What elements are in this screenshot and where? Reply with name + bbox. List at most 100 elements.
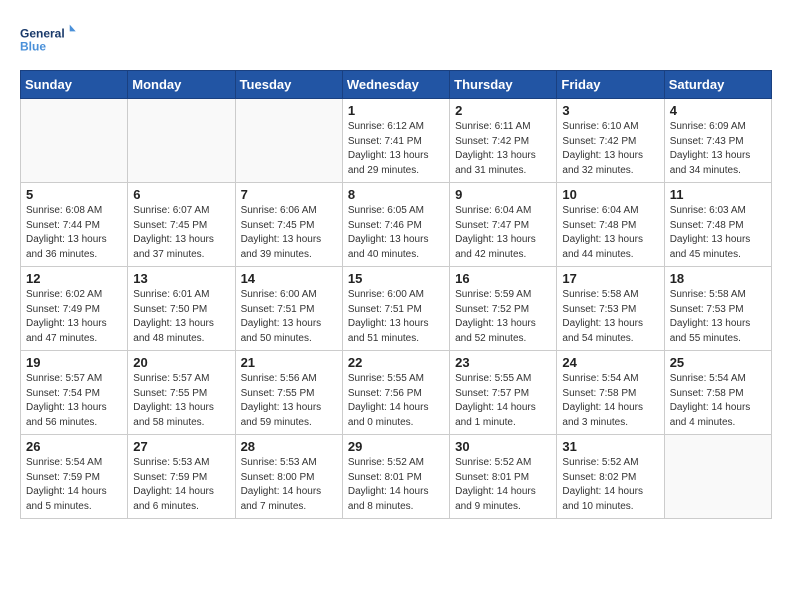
header-saturday: Saturday xyxy=(664,71,771,99)
day-cell: 28 Sunrise: 5:53 AM Sunset: 8:00 PM Dayli… xyxy=(235,435,342,519)
day-info: Sunrise: 5:54 AM Sunset: 7:58 PM Dayligh… xyxy=(670,372,766,430)
day-info: Sunrise: 5:57 AM Sunset: 7:54 PM Dayligh… xyxy=(26,372,122,430)
day-number: 14 xyxy=(241,271,337,286)
day-info: Sunrise: 6:00 AM Sunset: 7:51 PM Dayligh… xyxy=(348,288,444,346)
day-info: Sunrise: 6:11 AM Sunset: 7:42 PM Dayligh… xyxy=(455,120,551,178)
day-cell: 2 Sunrise: 6:11 AM Sunset: 7:42 PM Daylig… xyxy=(450,99,557,183)
header: General Blue xyxy=(20,20,772,60)
day-info: Sunrise: 5:54 AM Sunset: 7:59 PM Dayligh… xyxy=(26,456,122,514)
day-info: Sunrise: 5:59 AM Sunset: 7:52 PM Dayligh… xyxy=(455,288,551,346)
day-cell: 29Sunrise: 5:52 AM Sunset: 8:01 PM Dayli… xyxy=(342,435,449,519)
day-cell: 23 Sunrise: 5:55 AM Sunset: 7:57 PM Dayli… xyxy=(450,351,557,435)
day-info: Sunrise: 5:58 AM Sunset: 7:53 PM Dayligh… xyxy=(670,288,766,346)
day-number: 20 xyxy=(133,355,229,370)
day-info: Sunrise: 6:05 AM Sunset: 7:46 PM Dayligh… xyxy=(348,204,444,262)
week-row-5: 26 Sunrise: 5:54 AM Sunset: 7:59 PM Dayli… xyxy=(21,435,772,519)
logo-svg: General Blue xyxy=(20,20,80,60)
day-number: 15 xyxy=(348,271,444,286)
day-number: 11 xyxy=(670,187,766,202)
day-number: 16 xyxy=(455,271,551,286)
day-cell: 24 Sunrise: 5:54 AM Sunset: 7:58 PM Dayli… xyxy=(557,351,664,435)
day-cell xyxy=(128,99,235,183)
day-cell: 21 Sunrise: 5:56 AM Sunset: 7:55 PM Dayli… xyxy=(235,351,342,435)
day-number: 24 xyxy=(562,355,658,370)
day-cell: 15 Sunrise: 6:00 AM Sunset: 7:51 PM Dayli… xyxy=(342,267,449,351)
day-number: 9 xyxy=(455,187,551,202)
day-info: Sunrise: 5:56 AM Sunset: 7:55 PM Dayligh… xyxy=(241,372,337,430)
day-info: Sunrise: 6:09 AM Sunset: 7:43 PM Dayligh… xyxy=(670,120,766,178)
day-cell: 17 Sunrise: 5:58 AM Sunset: 7:53 PM Dayli… xyxy=(557,267,664,351)
day-info: Sunrise: 6:04 AM Sunset: 7:47 PM Dayligh… xyxy=(455,204,551,262)
day-number: 18 xyxy=(670,271,766,286)
day-number: 5 xyxy=(26,187,122,202)
day-info: Sunrise: 6:07 AM Sunset: 7:45 PM Dayligh… xyxy=(133,204,229,262)
day-info: Sunrise: 5:53 AM Sunset: 7:59 PM Dayligh… xyxy=(133,456,229,514)
header-monday: Monday xyxy=(128,71,235,99)
day-cell: 11Sunrise: 6:03 AM Sunset: 7:48 PM Dayli… xyxy=(664,183,771,267)
header-tuesday: Tuesday xyxy=(235,71,342,99)
day-number: 6 xyxy=(133,187,229,202)
day-info: Sunrise: 5:55 AM Sunset: 7:57 PM Dayligh… xyxy=(455,372,551,430)
logo: General Blue xyxy=(20,20,80,60)
day-number: 12 xyxy=(26,271,122,286)
header-row: SundayMondayTuesdayWednesdayThursdayFrid… xyxy=(21,71,772,99)
day-cell: 31 Sunrise: 5:52 AM Sunset: 8:02 PM Dayli… xyxy=(557,435,664,519)
day-number: 30 xyxy=(455,439,551,454)
day-info: Sunrise: 5:58 AM Sunset: 7:53 PM Dayligh… xyxy=(562,288,658,346)
header-sunday: Sunday xyxy=(21,71,128,99)
day-number: 23 xyxy=(455,355,551,370)
day-number: 26 xyxy=(26,439,122,454)
day-cell: 13 Sunrise: 6:01 AM Sunset: 7:50 PM Dayli… xyxy=(128,267,235,351)
day-info: Sunrise: 5:53 AM Sunset: 8:00 PM Dayligh… xyxy=(241,456,337,514)
day-number: 22 xyxy=(348,355,444,370)
day-number: 13 xyxy=(133,271,229,286)
day-number: 1 xyxy=(348,103,444,118)
day-number: 25 xyxy=(670,355,766,370)
day-cell: 9 Sunrise: 6:04 AM Sunset: 7:47 PM Daylig… xyxy=(450,183,557,267)
day-info: Sunrise: 5:52 AM Sunset: 8:01 PM Dayligh… xyxy=(455,456,551,514)
svg-text:General: General xyxy=(20,26,65,40)
calendar: SundayMondayTuesdayWednesdayThursdayFrid… xyxy=(20,70,772,519)
day-info: Sunrise: 5:55 AM Sunset: 7:56 PM Dayligh… xyxy=(348,372,444,430)
day-cell: 5 Sunrise: 6:08 AM Sunset: 7:44 PM Daylig… xyxy=(21,183,128,267)
day-info: Sunrise: 6:01 AM Sunset: 7:50 PM Dayligh… xyxy=(133,288,229,346)
day-number: 28 xyxy=(241,439,337,454)
week-row-4: 19 Sunrise: 5:57 AM Sunset: 7:54 PM Dayli… xyxy=(21,351,772,435)
day-cell: 10 Sunrise: 6:04 AM Sunset: 7:48 PM Dayli… xyxy=(557,183,664,267)
day-cell: 27Sunrise: 5:53 AM Sunset: 7:59 PM Dayli… xyxy=(128,435,235,519)
day-cell: 25 Sunrise: 5:54 AM Sunset: 7:58 PM Dayli… xyxy=(664,351,771,435)
day-cell: 26 Sunrise: 5:54 AM Sunset: 7:59 PM Dayli… xyxy=(21,435,128,519)
day-info: Sunrise: 6:00 AM Sunset: 7:51 PM Dayligh… xyxy=(241,288,337,346)
day-number: 31 xyxy=(562,439,658,454)
day-info: Sunrise: 5:52 AM Sunset: 8:02 PM Dayligh… xyxy=(562,456,658,514)
day-info: Sunrise: 6:06 AM Sunset: 7:45 PM Dayligh… xyxy=(241,204,337,262)
day-number: 8 xyxy=(348,187,444,202)
day-cell: 1Sunrise: 6:12 AM Sunset: 7:41 PM Daylig… xyxy=(342,99,449,183)
day-cell: 14 Sunrise: 6:00 AM Sunset: 7:51 PM Dayli… xyxy=(235,267,342,351)
day-info: Sunrise: 5:54 AM Sunset: 7:58 PM Dayligh… xyxy=(562,372,658,430)
day-cell: 3Sunrise: 6:10 AM Sunset: 7:42 PM Daylig… xyxy=(557,99,664,183)
day-cell: 16 Sunrise: 5:59 AM Sunset: 7:52 PM Dayli… xyxy=(450,267,557,351)
day-cell: 18 Sunrise: 5:58 AM Sunset: 7:53 PM Dayli… xyxy=(664,267,771,351)
day-number: 10 xyxy=(562,187,658,202)
day-cell: 19 Sunrise: 5:57 AM Sunset: 7:54 PM Dayli… xyxy=(21,351,128,435)
day-info: Sunrise: 6:10 AM Sunset: 7:42 PM Dayligh… xyxy=(562,120,658,178)
day-number: 29 xyxy=(348,439,444,454)
header-thursday: Thursday xyxy=(450,71,557,99)
day-number: 19 xyxy=(26,355,122,370)
week-row-2: 5 Sunrise: 6:08 AM Sunset: 7:44 PM Daylig… xyxy=(21,183,772,267)
day-cell xyxy=(235,99,342,183)
day-cell: 4Sunrise: 6:09 AM Sunset: 7:43 PM Daylig… xyxy=(664,99,771,183)
day-number: 17 xyxy=(562,271,658,286)
day-cell: 22 Sunrise: 5:55 AM Sunset: 7:56 PM Dayli… xyxy=(342,351,449,435)
day-number: 2 xyxy=(455,103,551,118)
day-info: Sunrise: 6:04 AM Sunset: 7:48 PM Dayligh… xyxy=(562,204,658,262)
day-cell: 7 Sunrise: 6:06 AM Sunset: 7:45 PM Daylig… xyxy=(235,183,342,267)
svg-text:Blue: Blue xyxy=(20,39,46,53)
day-cell: 8 Sunrise: 6:05 AM Sunset: 7:46 PM Daylig… xyxy=(342,183,449,267)
day-number: 7 xyxy=(241,187,337,202)
day-number: 21 xyxy=(241,355,337,370)
day-cell: 30 Sunrise: 5:52 AM Sunset: 8:01 PM Dayli… xyxy=(450,435,557,519)
day-info: Sunrise: 6:08 AM Sunset: 7:44 PM Dayligh… xyxy=(26,204,122,262)
week-row-1: 1Sunrise: 6:12 AM Sunset: 7:41 PM Daylig… xyxy=(21,99,772,183)
